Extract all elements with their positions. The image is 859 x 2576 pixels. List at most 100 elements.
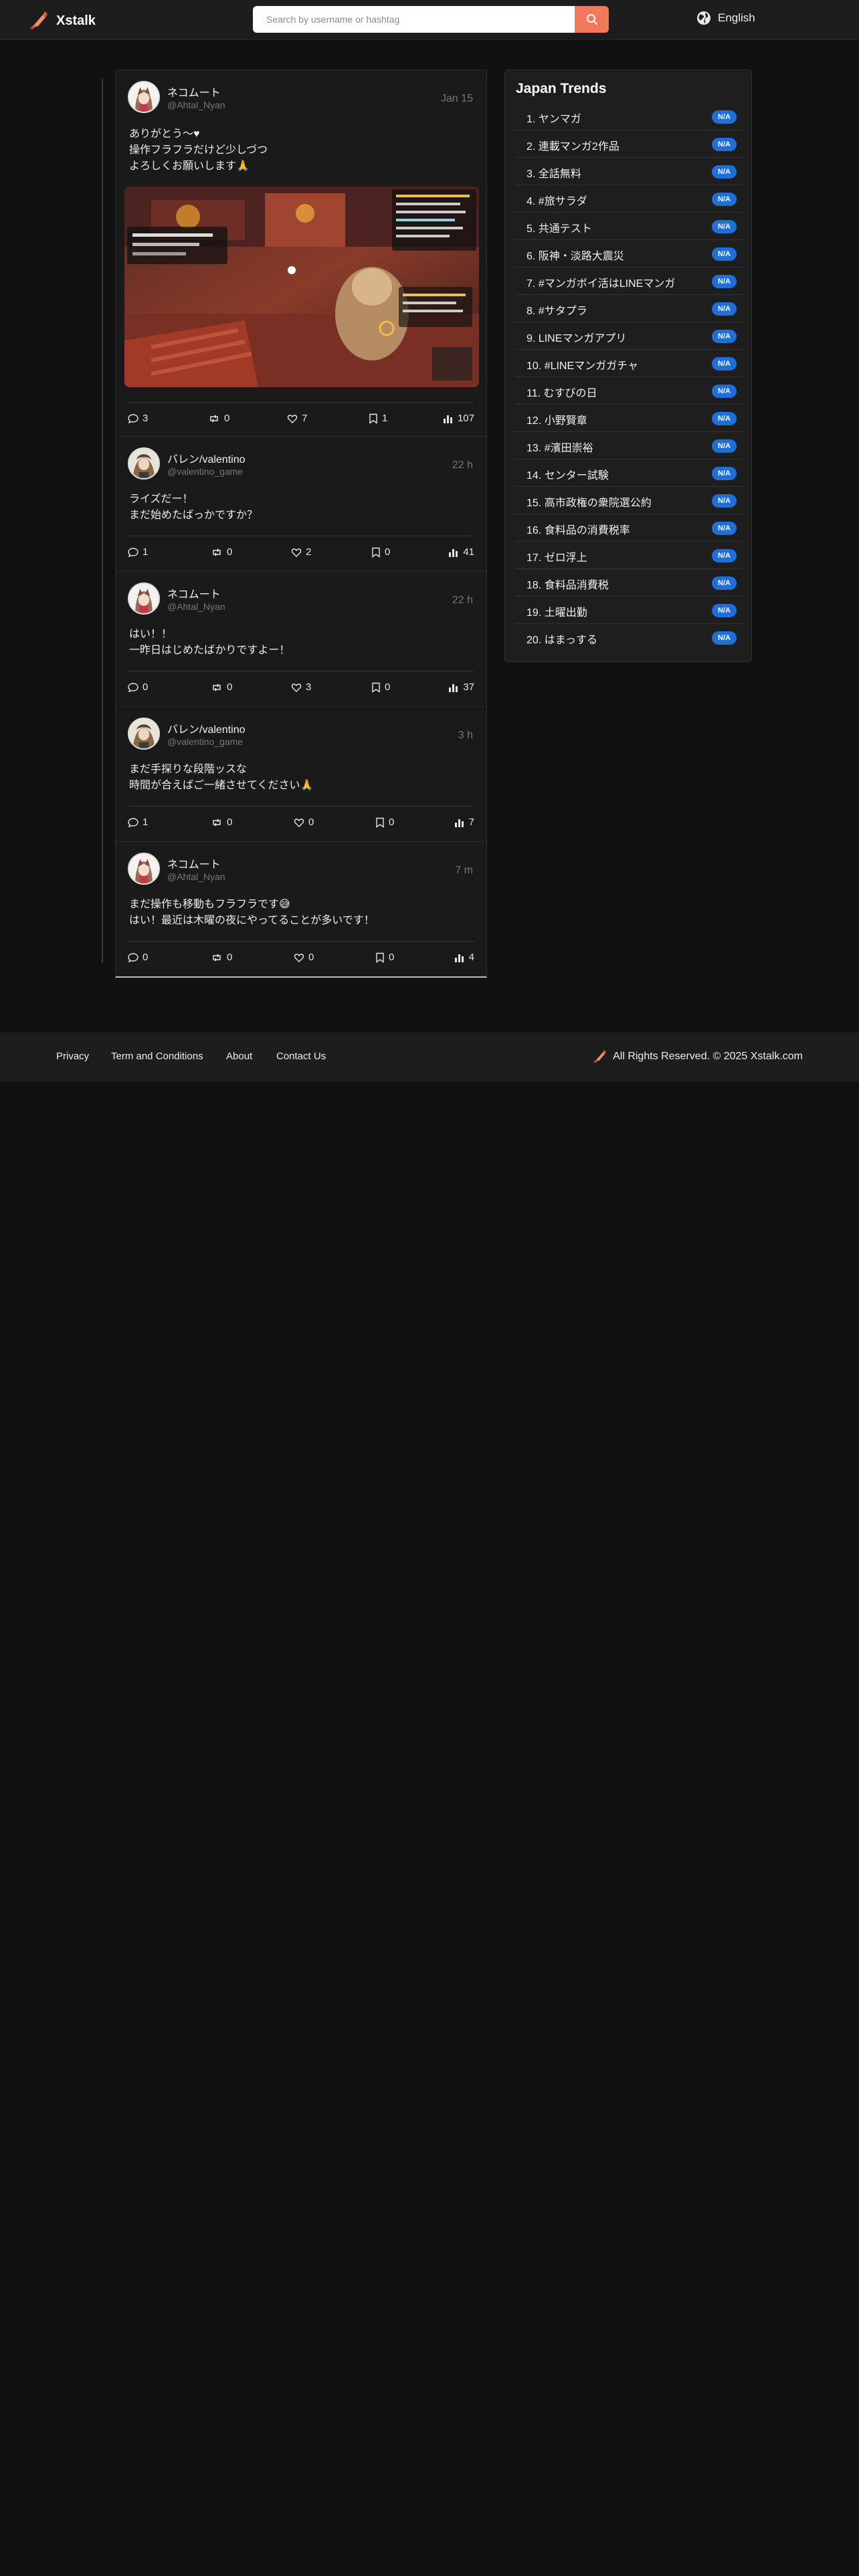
post-image[interactable] (124, 187, 479, 387)
trend-item[interactable]: 6. 阪神・淡路大震災 N/A (514, 240, 743, 267)
comment-button[interactable]: 1 (128, 817, 148, 828)
like-count: 0 (308, 952, 314, 963)
avatar[interactable] (128, 81, 160, 113)
comment-count: 0 (142, 681, 149, 693)
trend-badge: N/A (712, 275, 737, 288)
trend-label: 10. #LINEマンガガチャ (527, 360, 638, 372)
repost-button[interactable]: 0 (211, 952, 232, 963)
bookmark-icon (372, 547, 380, 558)
post-author-handle[interactable]: @valentino_game (167, 736, 243, 747)
views-icon (449, 548, 458, 557)
footer-link-contact[interactable]: Contact Us (276, 1051, 326, 1062)
actions-divider (128, 941, 474, 942)
trend-item[interactable]: 1. ヤンマガ N/A (514, 103, 743, 130)
trend-item[interactable]: 11. むすびの日 N/A (514, 377, 743, 405)
comment-button[interactable]: 1 (128, 546, 148, 558)
trend-badge: N/A (712, 522, 737, 535)
post-author-name[interactable]: バレン/valentino (167, 450, 246, 466)
repost-button[interactable]: 0 (208, 413, 229, 424)
post-author-name[interactable]: バレン/valentino (167, 720, 246, 736)
comment-button[interactable]: 0 (128, 952, 148, 963)
trend-item[interactable]: 3. 全話無料 N/A (514, 158, 743, 185)
repost-button[interactable]: 0 (211, 817, 232, 828)
trend-item[interactable]: 13. #濱田崇裕 N/A (514, 432, 743, 459)
trends-panel: Japan Trends 1. ヤンマガ N/A 2. 連載マンガ2作品 N/A 3… (504, 70, 752, 662)
post-author-name[interactable]: ネコムート (167, 84, 221, 100)
footer-link-privacy[interactable]: Privacy (56, 1051, 89, 1062)
trend-item[interactable]: 19. 土曜出勤 N/A (514, 597, 743, 624)
views-count: 7 (468, 817, 474, 828)
trends-title: Japan Trends (516, 81, 607, 96)
repost-button[interactable]: 0 (211, 681, 232, 693)
bookmark-button[interactable]: 0 (371, 681, 390, 693)
bookmark-button[interactable]: 0 (375, 952, 394, 963)
heart-icon (291, 683, 302, 692)
post-author-handle[interactable]: @Ahtal_Nyan (167, 871, 225, 882)
trend-item[interactable]: 12. 小野賢章 N/A (514, 405, 743, 432)
bookmark-button[interactable]: 0 (375, 817, 394, 828)
trend-item[interactable]: 2. 連載マンガ2作品 N/A (514, 130, 743, 158)
trend-item[interactable]: 7. #マンガボイ活はLINEマンガ N/A (514, 267, 743, 295)
footer-link-about[interactable]: About (226, 1051, 252, 1062)
trend-item[interactable]: 9. LINEマンガアプリ N/A (514, 322, 743, 350)
avatar[interactable] (128, 718, 160, 750)
comment-button[interactable]: 3 (128, 413, 148, 424)
bookmark-button[interactable]: 0 (371, 546, 390, 558)
brand-logo[interactable]: Xstalk (27, 9, 96, 32)
trend-badge: N/A (712, 604, 737, 617)
post-author-handle[interactable]: @Ahtal_Nyan (167, 601, 225, 612)
trend-item[interactable]: 10. #LINEマンガガチャ N/A (514, 350, 743, 377)
comment-icon (128, 952, 138, 962)
post-item[interactable]: ネコムート @Ahtal_Nyan 7 m まだ操作も移動もフラフラです😅 はい… (116, 842, 486, 977)
comment-button[interactable]: 0 (128, 681, 148, 693)
search-bar (253, 6, 609, 33)
trend-item[interactable]: 14. センター試験 N/A (514, 459, 743, 487)
trend-item[interactable]: 8. #サタプラ N/A (514, 295, 743, 322)
post-text-line: まだ操作も移動もフラフラです😅 (129, 899, 290, 910)
trend-item[interactable]: 5. 共通テスト N/A (514, 213, 743, 240)
like-button[interactable]: 0 (294, 817, 314, 828)
logo-icon (29, 11, 47, 29)
comment-count: 3 (142, 413, 149, 424)
trend-item[interactable]: 17. ゼロ浮上 N/A (514, 542, 743, 569)
post-item[interactable]: バレン/valentino @valentino_game 3 h まだ手探りな… (116, 707, 486, 842)
like-button[interactable]: 7 (287, 413, 307, 424)
trend-item[interactable]: 4. #旅サラダ N/A (514, 185, 743, 213)
search-button[interactable] (575, 6, 609, 33)
bookmark-count: 0 (385, 681, 391, 693)
post-author-handle[interactable]: @valentino_game (167, 466, 243, 477)
like-button[interactable]: 0 (294, 952, 314, 963)
bookmark-count: 0 (385, 546, 391, 558)
post-thread: ネコムート @Ahtal_Nyan Jan 15 ありがとう〜♥ 操作フラフラだ… (115, 70, 487, 978)
trend-label: 17. ゼロ浮上 (527, 552, 587, 564)
post-item[interactable]: ネコムート @Ahtal_Nyan Jan 15 ありがとう〜♥ 操作フラフラだ… (116, 70, 486, 437)
trend-item[interactable]: 20. はまっする N/A (514, 624, 743, 651)
heart-icon (294, 818, 304, 827)
post-text: まだ操作も移動もフラフラです😅 はい！最近は木曜の夜にやってることが多いです！ (129, 897, 375, 929)
trend-item[interactable]: 16. 食料品の消費税率 N/A (514, 514, 743, 542)
like-button[interactable]: 3 (291, 681, 311, 693)
language-selector[interactable]: English (696, 11, 755, 25)
bookmark-count: 0 (389, 952, 395, 963)
repost-button[interactable]: 0 (211, 546, 232, 558)
post-author-name[interactable]: ネコムート (167, 585, 221, 601)
footer-link-terms[interactable]: Term and Conditions (111, 1051, 203, 1062)
search-input[interactable] (253, 6, 575, 33)
like-count: 2 (306, 546, 312, 558)
post-timestamp: 3 h (458, 730, 473, 741)
like-button[interactable]: 2 (291, 546, 311, 558)
trend-item[interactable]: 18. 食料品消費税 N/A (514, 569, 743, 597)
post-item[interactable]: ネコムート @Ahtal_Nyan 22 h はい！！ 一昨日はじめたばかりです… (116, 572, 486, 707)
trend-badge: N/A (712, 302, 737, 316)
bookmark-button[interactable]: 1 (369, 413, 387, 424)
avatar[interactable] (128, 447, 160, 479)
post-author-handle[interactable]: @Ahtal_Nyan (167, 100, 225, 110)
avatar[interactable] (128, 853, 160, 885)
trend-badge: N/A (712, 631, 737, 645)
trend-item[interactable]: 15. 高市政権の衆院選公約 N/A (514, 487, 743, 514)
bookmark-icon (372, 682, 380, 693)
avatar[interactable] (128, 582, 160, 615)
post-item[interactable]: バレン/valentino @valentino_game 22 h ライズだー… (116, 437, 486, 572)
trend-badge: N/A (712, 110, 737, 124)
post-author-name[interactable]: ネコムート (167, 855, 221, 871)
